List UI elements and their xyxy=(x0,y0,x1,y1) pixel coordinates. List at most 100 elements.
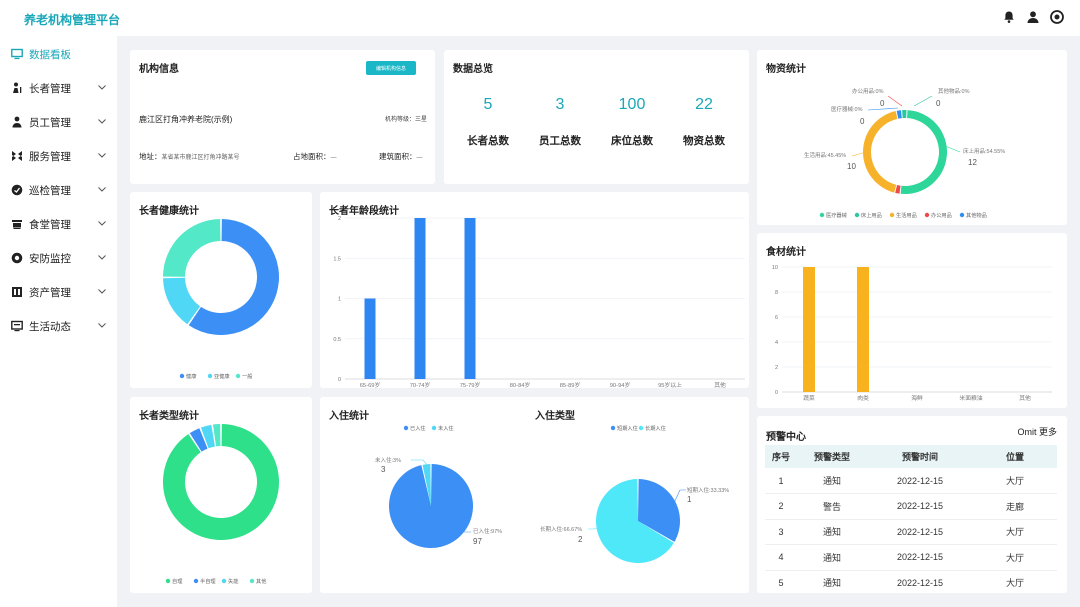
table-row[interactable]: 3 通知 2022-12-15 大厅 xyxy=(765,519,1057,545)
y-tick-label: 4 xyxy=(775,340,778,346)
y-tick-label: 0 xyxy=(775,390,778,396)
supplies-chart: 床上用品:54.55% 12 生活用品:45.45%10 医疗器械:0% 0 办公用品:0… xyxy=(804,87,1005,219)
stat-supplies-value: 22 xyxy=(695,96,713,113)
sidebar-item-canteen[interactable]: 食堂管理 xyxy=(0,210,117,238)
sidebar-item-label: 服务管理 xyxy=(29,150,71,163)
legend-marker xyxy=(889,212,895,218)
sidebar-item-life[interactable]: 生活动态 xyxy=(0,312,117,340)
chevron-down-icon xyxy=(98,289,106,294)
alerts-more-link[interactable]: Omit 更多 xyxy=(1018,425,1058,438)
slice-自理 xyxy=(163,424,279,540)
card-title: 数据总览 xyxy=(453,64,493,75)
life-icon xyxy=(11,320,23,332)
data-count: 0 xyxy=(860,117,865,126)
x-tick-label: 肉类 xyxy=(857,394,869,402)
edit-org-button[interactable]: 编辑机构信息 xyxy=(366,61,416,75)
bar-肉类 xyxy=(857,267,869,392)
sidebar-item-label: 食堂管理 xyxy=(29,218,71,231)
legend-marker xyxy=(854,212,860,218)
elder-type-card: 长者类型统计 自理 半自理 失能 其他 xyxy=(130,397,312,593)
y-tick-label: 6 xyxy=(775,315,778,321)
canteen-icon xyxy=(11,218,23,230)
sidebar-item-assets[interactable]: 资产管理 xyxy=(0,278,117,306)
inspect-icon xyxy=(11,184,23,196)
data-count: 10 xyxy=(847,162,856,171)
alert-center-card: 预警中心 Omit 更多 序号 预警类型 预警时间 位置 1 通知 2022-12-… xyxy=(757,416,1067,593)
table-row[interactable]: 1 通知 2022-12-15 大厅 xyxy=(765,468,1057,494)
y-tick-label: 8 xyxy=(775,290,778,296)
cell-loc: 大厅 xyxy=(973,468,1057,494)
table-row[interactable]: 4 通知 2022-12-15 大厅 xyxy=(765,544,1057,571)
legend-marker xyxy=(403,425,409,431)
food-chart: 0 2 4 6 8 10 蔬菜 肉类 海鲜 米面粮油 其他 xyxy=(772,265,1052,402)
legend-label: 其他 xyxy=(256,577,266,585)
legend-label: 其他物品 xyxy=(966,211,987,219)
data-label: 医疗器械:0% xyxy=(831,105,863,113)
cell-no: 3 xyxy=(765,519,797,545)
cell-no: 4 xyxy=(765,544,797,571)
data-label: 其他物品:0% xyxy=(938,87,970,95)
chevron-down-icon xyxy=(98,153,106,158)
sidebar-item-dashboard[interactable]: 数据看板 xyxy=(0,40,117,68)
legend-marker xyxy=(235,373,241,379)
legend-label: 自理 xyxy=(172,577,183,585)
legend-label: 健康 xyxy=(186,372,196,380)
y-tick-label: 10 xyxy=(772,265,778,271)
data-label: 长期入住:66.67% xyxy=(540,525,582,533)
sidebar-item-label: 长者管理 xyxy=(29,82,71,95)
sidebar-item-elders[interactable]: 长者管理 xyxy=(0,74,117,102)
col-header: 预警类型 xyxy=(797,445,867,468)
data-count: 2 xyxy=(578,535,583,544)
table-row[interactable]: 5 通知 2022-12-15 大厅 xyxy=(765,570,1057,593)
chevron-down-icon xyxy=(98,255,106,260)
legend-marker xyxy=(924,212,930,218)
sidebar-item-staff[interactable]: 员工管理 xyxy=(0,108,117,136)
legend-label: 半自理 xyxy=(200,577,216,585)
legend-marker xyxy=(221,578,227,584)
chevron-down-icon xyxy=(98,85,106,90)
age-card: 长者年龄段统计 0 0.5 1 1.5 2 65-69岁 70-74岁 75-79岁 80-84… xyxy=(320,192,749,388)
cell-loc: 走廊 xyxy=(973,493,1057,520)
bar-65-69岁 xyxy=(364,298,376,379)
power-icon[interactable] xyxy=(1050,10,1064,24)
table-row[interactable]: 2 警告 2022-12-15 走廊 xyxy=(765,493,1057,520)
col-header: 预警时间 xyxy=(867,445,973,468)
health-card: 长者健康统计 健康 亚健康 一般 xyxy=(130,192,312,388)
bar-70-74岁 xyxy=(414,218,426,379)
sidebar-item-service[interactable]: 服务管理 xyxy=(0,142,117,170)
leader-line xyxy=(867,107,899,111)
cell-no: 5 xyxy=(765,570,797,593)
sidebar-item-label: 安防监控 xyxy=(29,252,71,265)
user-icon[interactable] xyxy=(1026,10,1040,24)
stat-staff-label: 员工总数 xyxy=(539,135,581,147)
checkin-charts: 已入住 未入住已入住:97% 97 未入住:3%3 短期入住 长期入住短期入住:33.33… xyxy=(375,424,729,563)
chevron-down-icon xyxy=(98,187,106,192)
data-label: 短期入住:33.33% xyxy=(687,486,729,494)
sidebar-item-security[interactable]: 安防监控 xyxy=(0,244,117,272)
x-tick-label: 70-74岁 xyxy=(410,381,431,388)
x-tick-label: 90-94岁 xyxy=(610,381,631,388)
cell-time: 2022-12-15 xyxy=(867,493,973,520)
leader-line xyxy=(944,145,961,153)
cell-loc: 大厅 xyxy=(973,544,1057,571)
cell-loc: 大厅 xyxy=(973,570,1057,593)
col-header: 位置 xyxy=(973,445,1057,468)
stat-supplies-label: 物资总数 xyxy=(683,135,725,147)
sidebar-item-label: 员工管理 xyxy=(29,116,71,129)
org-build-value: — xyxy=(416,155,423,161)
legend-marker xyxy=(819,212,825,218)
alerts-table: 序号 预警类型 预警时间 位置 1 通知 2022-12-15 大厅 2 警告 2022-… xyxy=(765,445,1057,593)
overview-card: 数据总览 5 长者总数 3 员工总数 100 床位总数 22 物资总数 xyxy=(444,50,749,184)
data-label: 已入住:97% xyxy=(473,527,502,535)
org-build-area: 建筑面积：— xyxy=(379,151,423,162)
stat-beds-label: 床位总数 xyxy=(611,135,653,147)
x-tick-label: 95岁以上 xyxy=(658,381,682,388)
sidebar-item-inspection[interactable]: 巡检管理 xyxy=(0,176,117,204)
chevron-down-icon xyxy=(98,323,106,328)
slice-办公用品 xyxy=(895,185,901,194)
monitor-icon xyxy=(11,48,23,60)
service-icon xyxy=(11,150,23,162)
stat-elders-value: 5 xyxy=(483,96,493,113)
bell-icon[interactable] xyxy=(1002,10,1016,24)
legend-label: 床上用品 xyxy=(861,211,882,219)
